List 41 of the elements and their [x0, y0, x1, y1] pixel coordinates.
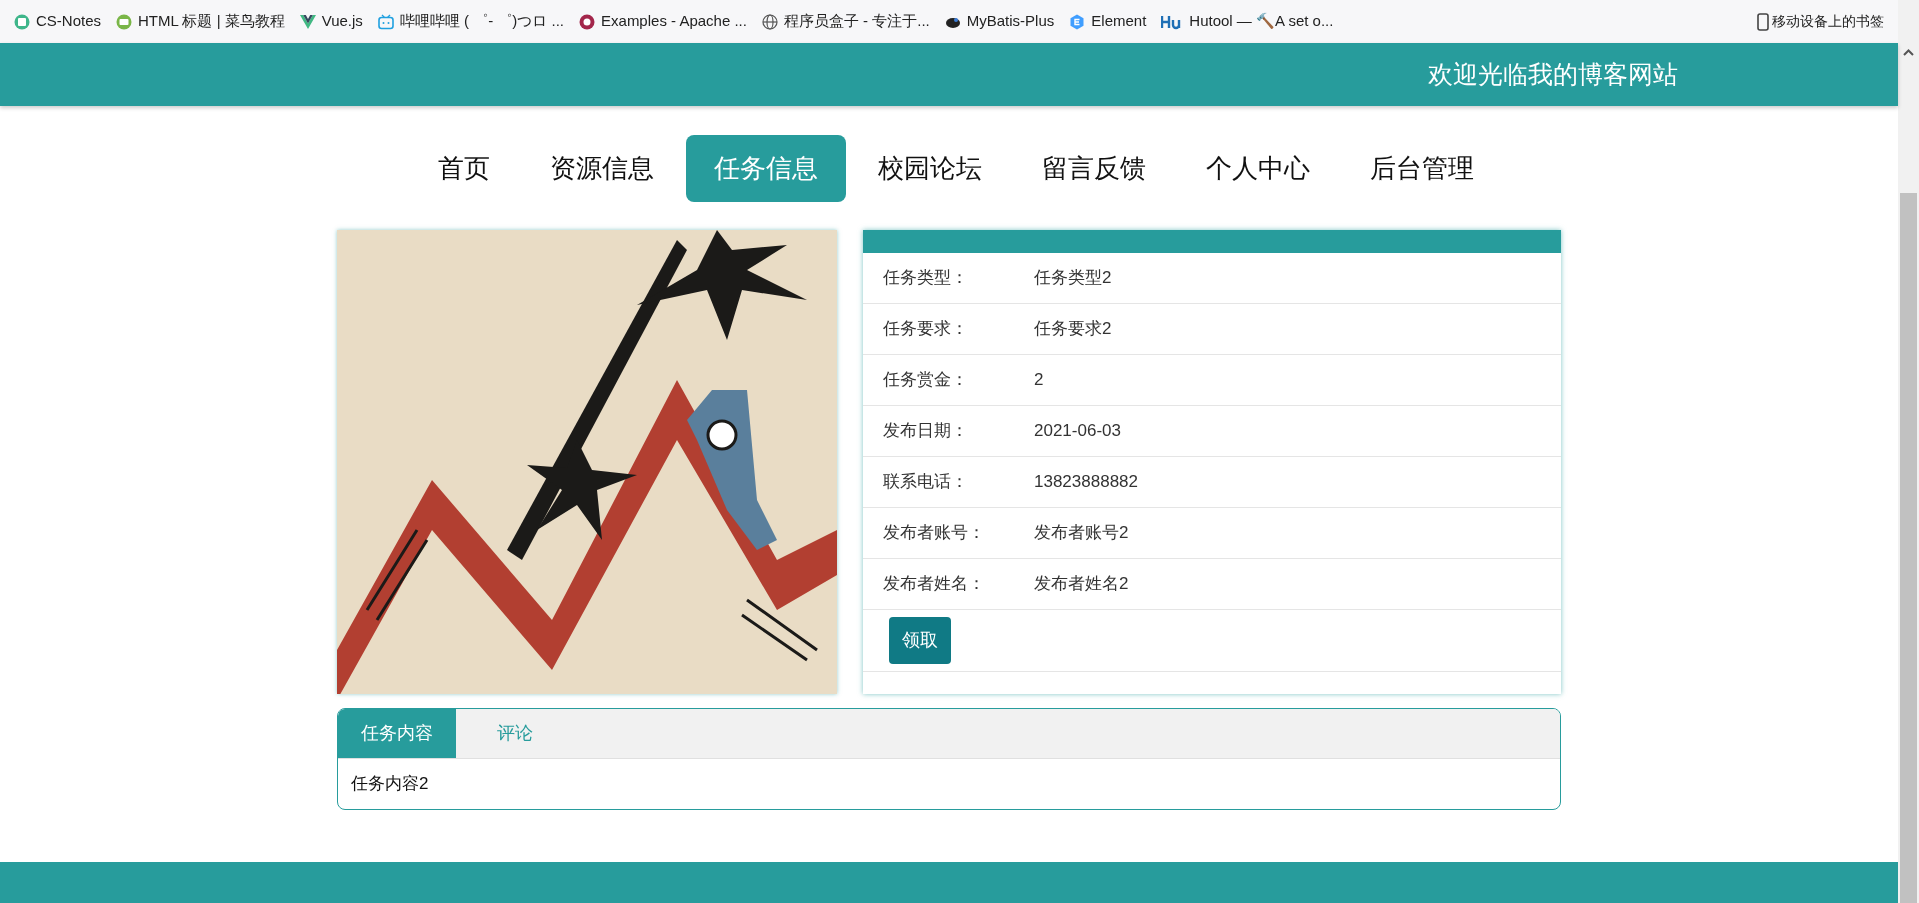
v-logo-icon	[299, 13, 316, 30]
field-label: 发布日期：	[883, 420, 969, 443]
bookmark-link[interactable]: 哔哩哔哩 ( ゜- ゜)つロ ...	[377, 10, 565, 33]
phone-icon	[1757, 12, 1769, 31]
bookmark-link[interactable]: Element	[1069, 10, 1147, 33]
field-label: 联系电话：	[883, 471, 969, 494]
field-value: 2021-06-03	[1034, 420, 1121, 443]
bookmark-link[interactable]: 程序员盒子 - 专注于...	[761, 10, 930, 33]
circle-logo-icon	[579, 13, 596, 30]
field-label: 任务要求：	[883, 318, 969, 341]
nav-tab[interactable]: 资源信息	[522, 134, 682, 202]
globe-icon	[761, 13, 778, 30]
scrollbar-thumb[interactable]	[1900, 193, 1917, 903]
tv-icon	[377, 13, 394, 30]
field-label: 发布者姓名：	[883, 573, 986, 596]
field-value: 发布者账号2	[1034, 522, 1129, 545]
field-label: 发布者账号：	[883, 522, 986, 545]
mobile-bookmarks-link[interactable]: 移动设备上的书签	[1757, 11, 1884, 32]
bookmark-link[interactable]: MyBatis-Plus	[944, 10, 1055, 33]
nav-tab[interactable]: 校园论坛	[850, 134, 1010, 202]
field-label: 任务类型：	[883, 267, 969, 290]
nav-tab[interactable]: 个人中心	[1178, 134, 1338, 202]
claim-button[interactable]: 领取	[889, 617, 951, 664]
field-value: 任务类型2	[1034, 267, 1112, 290]
field-value: 发布者姓名2	[1034, 573, 1129, 596]
field-label: 任务赏金：	[883, 369, 969, 392]
hexagon-icon	[1069, 13, 1086, 30]
bookmark-link[interactable]: CS-Notes	[14, 10, 102, 33]
bookmark-link[interactable]: HTML 标题 | 菜鸟教程	[116, 10, 285, 33]
bookmark-link[interactable]: Examples - Apache ...	[579, 10, 747, 33]
nav-tab[interactable]: 留言反馈	[1014, 134, 1174, 202]
site-title: 欢迎光临我的博客网站	[1428, 58, 1678, 90]
nav-tab[interactable]: 首页	[410, 134, 518, 202]
bookmark-link[interactable]: Vue.js	[299, 10, 363, 33]
field-value: 13823888882	[1034, 471, 1138, 494]
content-text: 任务内容2	[351, 773, 429, 796]
nav-tab[interactable]: 后台管理	[1342, 134, 1502, 202]
field-value: 2	[1034, 369, 1044, 392]
field-value: 任务要求2	[1034, 318, 1112, 341]
notebook-icon	[14, 13, 30, 30]
bookmark-link[interactable]: Hutool — 🔨A set o...	[1161, 10, 1334, 33]
